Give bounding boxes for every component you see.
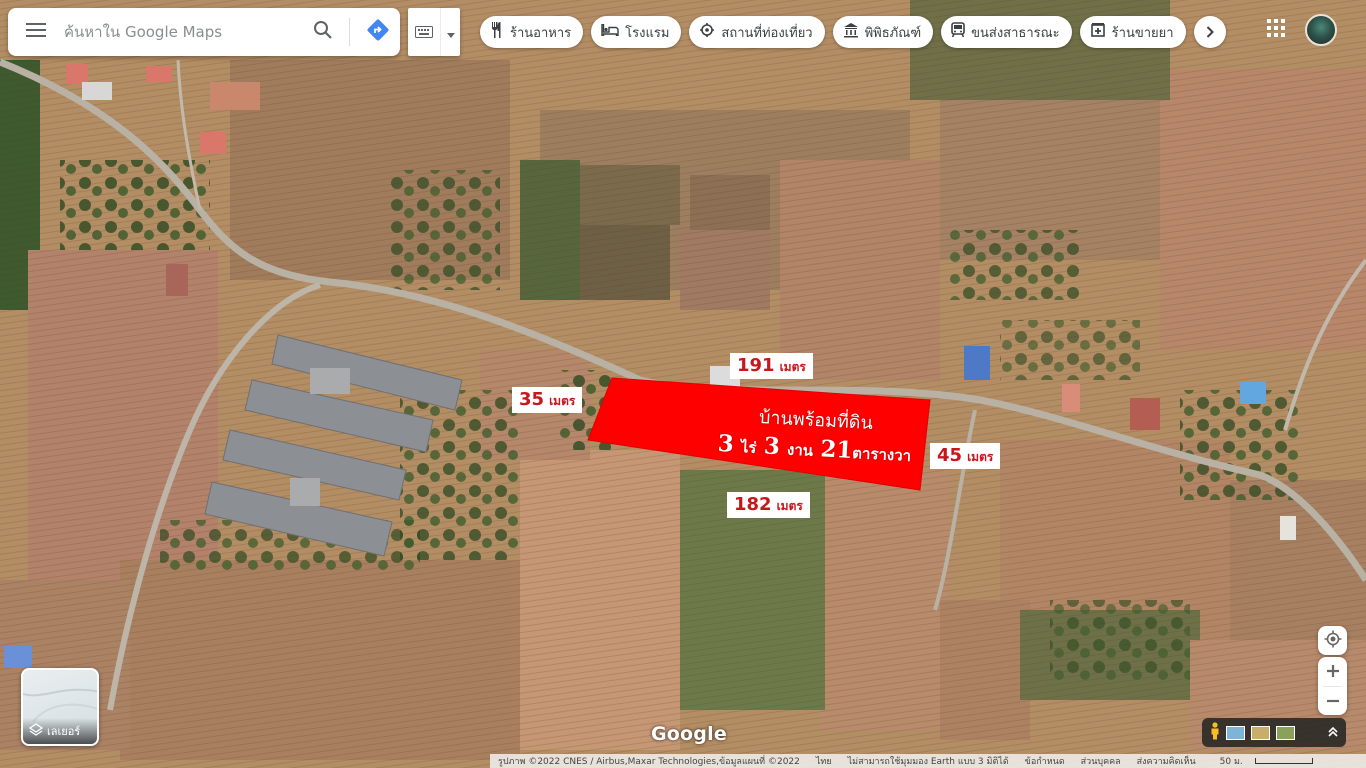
imagery-thumb-3[interactable] [1276, 725, 1295, 740]
plot-side-top-value: 191 [737, 355, 775, 376]
search-input[interactable] [64, 8, 303, 56]
pegman-icon[interactable] [1210, 721, 1220, 744]
attraction-icon [699, 22, 715, 42]
chip-label: สถานที่ท่องเที่ยว [721, 25, 813, 41]
minus-icon [1326, 692, 1339, 711]
chip-hotels[interactable]: โรงแรม [591, 16, 682, 48]
restaurant-icon [490, 22, 504, 42]
language-link[interactable]: ไทย [808, 754, 840, 768]
chip-restaurants[interactable]: ร้านอาหาร [480, 16, 584, 48]
zoom-in-button[interactable] [1318, 657, 1347, 686]
street-view-tray [1202, 718, 1346, 747]
feedback-link[interactable]: ส่งความคิดเห็น [1129, 754, 1204, 768]
scale-bar [1254, 758, 1313, 764]
chip-label: ขนส่งสาธารณะ [971, 25, 1060, 41]
plot-side-bottom-value: 182 [734, 494, 772, 515]
layers-icon [28, 722, 44, 740]
chip-museums[interactable]: พิพิธภัณฑ์ [832, 16, 934, 48]
plot-wa-value: 21 [819, 435, 854, 464]
chip-transit[interactable]: ขนส่งสาธารณะ [941, 16, 1072, 48]
menu-icon [26, 22, 46, 42]
layers-button[interactable]: เลเยอร์ [21, 668, 99, 746]
category-chips: ร้านอาหาร โรงแรม สถานที่ท่องเที่ยว พิพิธ… [480, 16, 1226, 50]
plot-ngan-value: 3 [763, 432, 781, 461]
imagery-thumb-2[interactable] [1251, 725, 1270, 740]
chips-next-button[interactable] [1193, 16, 1226, 48]
search-box [8, 8, 400, 56]
search-divider [349, 18, 350, 46]
chip-label: ร้านอาหาร [510, 25, 572, 41]
transit-icon [951, 22, 965, 42]
terms-link[interactable]: ข้อกำหนด [1017, 754, 1073, 768]
chevron-up-icon [1328, 723, 1338, 742]
plot-rai-value: 3 [717, 429, 735, 458]
satellite-map[interactable] [0, 0, 1366, 768]
privacy-link[interactable]: ส่วนบุคคล [1073, 754, 1129, 768]
plot-side-left-value: 35 [519, 389, 545, 410]
input-tools [408, 8, 460, 56]
my-location-icon [1324, 630, 1342, 652]
plot-side-top-unit: เมตร [779, 360, 806, 374]
chip-attractions[interactable]: สถานที่ท่องเที่ยว [689, 16, 825, 48]
imagery-thumb-1[interactable] [1226, 725, 1245, 740]
pharmacy-icon [1090, 22, 1106, 42]
plot-side-bottom-unit: เมตร [776, 499, 803, 513]
hotel-icon [601, 23, 619, 40]
layers-label-row: เลเยอร์ [23, 718, 97, 744]
plot-side-top-label: 191 เมตร [730, 353, 813, 379]
account-avatar[interactable] [1305, 14, 1337, 46]
apps-grid-icon [1267, 19, 1285, 41]
plot-ngan-unit: งาน [786, 440, 814, 460]
my-location-button[interactable] [1318, 626, 1347, 655]
chip-pharmacies[interactable]: ร้านขายยา [1079, 16, 1186, 48]
layers-label: เลเยอร์ [47, 725, 81, 738]
keyboard-icon [415, 23, 433, 42]
menu-button[interactable] [8, 8, 64, 56]
scale-indicator[interactable]: 50 ม. [1204, 754, 1321, 768]
zoom-out-button[interactable] [1318, 687, 1347, 716]
google-logo: Google [651, 723, 727, 745]
search-button[interactable] [303, 8, 343, 56]
plot-side-left-label: 35 เมตร [512, 387, 583, 413]
imagery-attribution: รูปภาพ ©2022 CNES / Airbus,Maxar Technol… [498, 757, 800, 767]
plus-icon [1326, 662, 1339, 681]
apps-button[interactable] [1260, 14, 1292, 46]
directions-icon [366, 18, 390, 46]
zoom-controls [1318, 657, 1347, 715]
plot-wa-unit: ตารางวา [851, 443, 912, 466]
chip-label: พิพิธภัณฑ์ [864, 25, 922, 41]
search-icon [313, 20, 333, 44]
keyboard-button[interactable] [408, 8, 440, 56]
chevron-right-icon [1206, 23, 1214, 42]
expand-tray-button[interactable] [1328, 723, 1338, 742]
plot-side-bottom-label: 182 เมตร [727, 492, 810, 518]
earth-3d-notice: ไม่สามารถใช้มุมมอง Earth แบบ 3 มิติได้ [847, 757, 1009, 767]
input-tools-dropdown[interactable] [440, 8, 460, 56]
scale-label: 50 ม. [1219, 757, 1243, 767]
plot-rai-unit: ไร่ [740, 438, 757, 457]
attribution-bar: รูปภาพ ©2022 CNES / Airbus,Maxar Technol… [490, 754, 1366, 768]
caret-down-icon [446, 23, 455, 42]
directions-button[interactable] [356, 8, 400, 56]
chip-label: ร้านขายยา [1111, 25, 1174, 41]
museum-icon [843, 22, 859, 42]
chip-label: โรงแรม [625, 25, 670, 41]
plot-side-left-unit: เมตร [549, 394, 576, 408]
map-preview-thumbnail [23, 688, 97, 723]
